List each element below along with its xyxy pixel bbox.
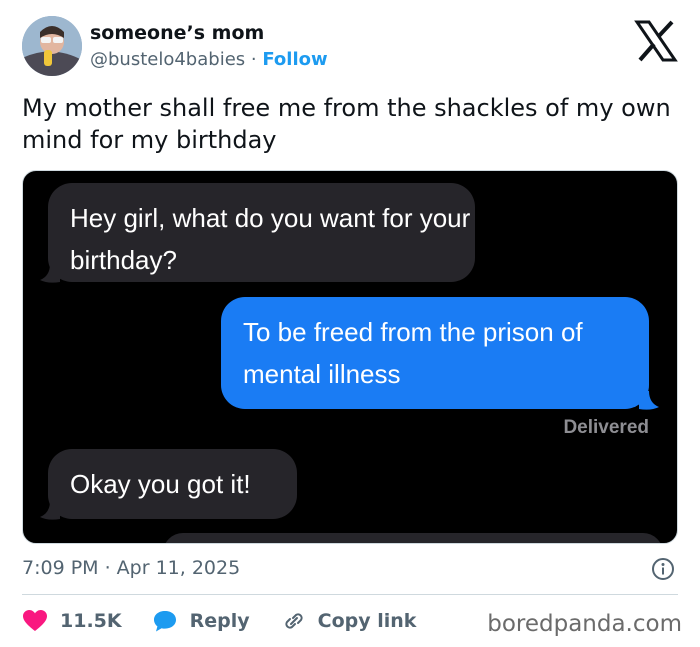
incoming-message-text: Okay you got it! [70, 469, 251, 499]
x-logo-icon[interactable] [634, 20, 678, 62]
source-watermark: boredpanda.com [487, 611, 682, 637]
tweet-timestamp[interactable]: 7:09 PM · Apr 11, 2025 [22, 557, 240, 579]
like-count: 11.5K [60, 610, 122, 632]
tweet-media-screenshot[interactable]: Hey girl, what do you want for your birt… [22, 170, 678, 544]
outgoing-message-text: To be freed from the prison of mental il… [243, 317, 583, 389]
avatar-photo [22, 16, 82, 76]
copy-link-button[interactable]: Copy link [280, 609, 417, 633]
follow-button[interactable]: Follow [262, 49, 327, 70]
copy-link-label: Copy link [317, 610, 417, 632]
incoming-bubble-tail [40, 264, 60, 283]
divider [22, 594, 678, 595]
like-button[interactable]: 11.5K [22, 609, 122, 633]
incoming-message-bubble: Okay you got it! [48, 449, 297, 519]
reply-bubble-icon [153, 611, 176, 632]
user-handle[interactable]: @bustelo4babies [90, 49, 245, 70]
incoming-message-bubble: Hey girl, what do you want for your birt… [48, 183, 475, 282]
outgoing-bubble-tail [639, 391, 659, 410]
handle-separator: · [250, 49, 257, 70]
display-name[interactable]: someone’s mom [90, 22, 264, 44]
partial-message-bubble [163, 533, 663, 543]
tweet-text: My mother shall free me from the shackle… [22, 94, 671, 154]
delivered-status: Delivered [563, 417, 649, 438]
heart-icon [23, 610, 47, 631]
incoming-message-text: Hey girl, what do you want for your birt… [70, 203, 471, 275]
reply-button[interactable]: Reply [152, 609, 250, 633]
action-bar: 11.5K Reply Copy link [22, 607, 416, 635]
info-icon[interactable] [651, 557, 675, 581]
incoming-bubble-tail [40, 501, 60, 520]
outgoing-message-bubble: To be freed from the prison of mental il… [221, 297, 649, 409]
handle-row: @bustelo4babies · Follow [90, 49, 328, 70]
avatar[interactable] [22, 16, 82, 76]
reply-label: Reply [189, 610, 250, 632]
link-icon [285, 613, 303, 629]
